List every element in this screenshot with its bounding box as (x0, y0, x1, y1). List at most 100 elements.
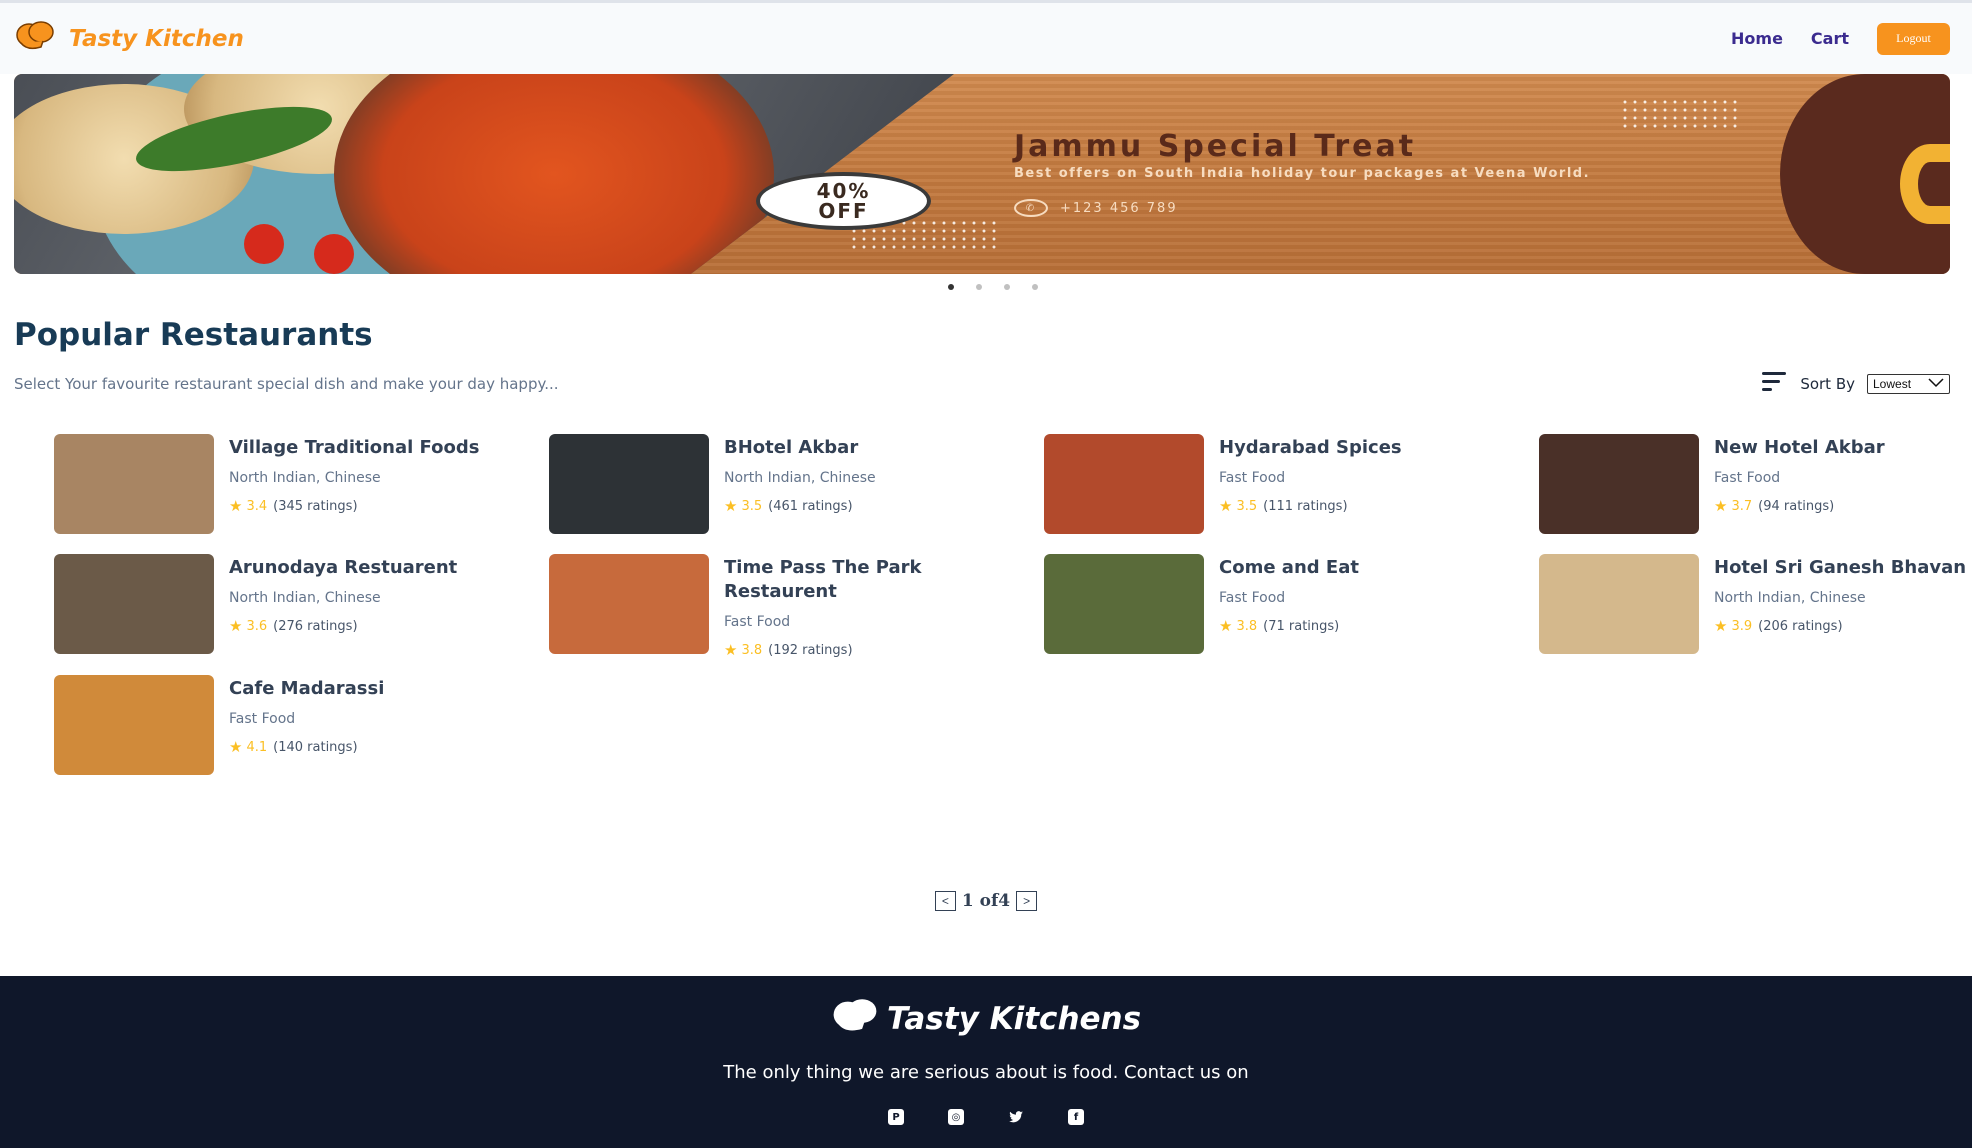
restaurant-name: BHotel Akbar (724, 437, 859, 458)
restaurant-image (1044, 434, 1204, 534)
restaurant-rating: ★ 3.8 (192 ratings) (724, 641, 1014, 659)
restaurant-card[interactable]: Time Pass The Park Restaurent Fast Food … (549, 554, 1044, 659)
restaurant-cuisine: North Indian, Chinese (1714, 590, 1866, 606)
restaurant-name: Hydarabad Spices (1219, 437, 1402, 458)
restaurant-rating: ★ 3.9 (206 ratings) (1714, 617, 1972, 635)
restaurant-cuisine: North Indian, Chinese (229, 590, 381, 606)
ratings-count: (111 ratings) (1263, 498, 1348, 514)
restaurant-rating: ★ 3.7 (94 ratings) (1714, 497, 1972, 515)
restaurant-cuisine: Fast Food (1714, 470, 1781, 486)
instagram-icon[interactable]: ◎ (948, 1109, 964, 1125)
brand[interactable]: Tasty Kitchen (15, 20, 244, 57)
restaurant-details: Arunodaya Restuarent North Indian, Chine… (229, 554, 519, 659)
restaurant-image (549, 554, 709, 654)
restaurant-details: Cafe Madarassi Fast Food ★ 4.1 (140 rati… (229, 675, 519, 779)
prev-page-button[interactable]: < (934, 891, 956, 911)
restaurant-rating: ★ 4.1 (140 ratings) (229, 738, 519, 756)
star-icon: ★ (229, 738, 243, 756)
rating-value: 3.5 (1236, 498, 1258, 514)
footer: Tasty Kitchens The only thing we are ser… (0, 976, 1972, 1148)
restaurant-details: Hydarabad Spices Fast Food ★ 3.5 (111 ra… (1219, 434, 1509, 538)
rating-value: 3.4 (246, 498, 268, 514)
facebook-icon[interactable]: f (1068, 1109, 1084, 1125)
rating-value: 3.7 (1731, 498, 1753, 514)
restaurant-rating: ★ 3.6 (276 ratings) (229, 617, 519, 635)
ratings-count: (140 ratings) (273, 739, 358, 755)
page-indicator: 1 of4 (961, 891, 1011, 911)
ratings-count: (192 ratings) (768, 642, 853, 658)
restaurant-card[interactable]: Arunodaya Restuarent North Indian, Chine… (54, 554, 549, 659)
nav-menu: Home Cart Logout (1731, 22, 1950, 55)
banner-title: Jammu Special Treat (1014, 129, 1417, 164)
star-icon: ★ (1714, 497, 1728, 515)
nav-home-link[interactable]: Home (1731, 29, 1783, 48)
pinterest-icon[interactable]: P (888, 1109, 904, 1125)
ratings-count: (345 ratings) (273, 498, 358, 514)
nav-cart-link[interactable]: Cart (1811, 29, 1849, 48)
offer-banner[interactable]: 40% OFF Jammu Special Treat Best offers … (14, 74, 1950, 274)
restaurant-image (1044, 554, 1204, 654)
restaurant-card[interactable]: Village Traditional Foods North Indian, … (54, 434, 549, 538)
logout-button[interactable]: Logout (1877, 22, 1950, 55)
restaurant-card[interactable]: New Hotel Akbar Fast Food ★ 3.7 (94 rati… (1539, 434, 1972, 538)
twitter-icon[interactable] (1008, 1109, 1024, 1129)
ratings-count: (461 ratings) (768, 498, 853, 514)
star-icon: ★ (724, 641, 738, 659)
restaurant-name: Arunodaya Restuarent (229, 557, 458, 578)
carousel-dot-2[interactable] (976, 284, 982, 290)
restaurant-card[interactable]: BHotel Akbar North Indian, Chinese ★ 3.5… (549, 434, 1044, 538)
carousel-dot-3[interactable] (1004, 284, 1010, 290)
page-title: Popular Restaurants (14, 317, 373, 353)
offer-badge: 40% OFF (756, 172, 931, 230)
restaurant-grid: Village Traditional Foods North Indian, … (0, 396, 1972, 779)
next-page-button[interactable]: > (1016, 891, 1038, 911)
star-icon: ★ (229, 617, 243, 635)
rating-value: 4.1 (246, 739, 268, 755)
restaurant-cuisine: North Indian, Chinese (229, 470, 381, 486)
banner-dot-pattern-right (1620, 98, 1740, 128)
restaurant-image (54, 434, 214, 534)
carousel-dot-1[interactable] (948, 284, 954, 290)
ratings-count: (276 ratings) (273, 618, 358, 634)
star-icon: ★ (1714, 617, 1728, 635)
rating-value: 3.9 (1731, 618, 1753, 634)
sort-label: Sort By (1800, 375, 1855, 393)
star-icon: ★ (1219, 497, 1233, 515)
sort-selected-value: Lowest (1873, 377, 1912, 391)
restaurant-name: Hotel Sri Ganesh Bhavan (1714, 557, 1967, 578)
rating-value: 3.6 (246, 618, 268, 634)
restaurant-details: Hotel Sri Ganesh Bhavan North Indian, Ch… (1714, 554, 1972, 659)
sort-icon (1762, 372, 1788, 396)
rating-value: 3.8 (741, 642, 763, 658)
restaurant-card[interactable]: Cafe Madarassi Fast Food ★ 4.1 (140 rati… (54, 675, 549, 779)
restaurant-name: New Hotel Akbar (1714, 437, 1885, 458)
carousel-dot-4[interactable] (1032, 284, 1038, 290)
pagination: < 1 of4 > (0, 889, 1972, 913)
restaurant-image (1539, 434, 1699, 534)
banner-phone-number: +123 456 789 (1060, 200, 1178, 216)
ratings-count: (94 ratings) (1758, 498, 1835, 514)
chef-hat-logo-icon (15, 20, 55, 57)
offer-off: OFF (818, 199, 869, 223)
sort-select[interactable]: Lowest (1867, 374, 1950, 394)
rating-value: 3.5 (741, 498, 763, 514)
restaurant-cuisine: Fast Food (724, 614, 791, 630)
restaurant-image (54, 675, 214, 775)
footer-brand-name: Tasty Kitchens (886, 1001, 1142, 1037)
restaurant-image (54, 554, 214, 654)
offer-percent: 40% (816, 179, 871, 203)
restaurant-rating: ★ 3.4 (345 ratings) (229, 497, 519, 515)
restaurant-details: Come and Eat Fast Food ★ 3.8 (71 ratings… (1219, 554, 1509, 659)
banner-phone: ✆ +123 456 789 (1014, 199, 1178, 217)
restaurant-image (1539, 554, 1699, 654)
restaurant-cuisine: Fast Food (1219, 470, 1286, 486)
restaurant-name: Cafe Madarassi (229, 678, 385, 699)
restaurant-card[interactable]: Hydarabad Spices Fast Food ★ 3.5 (111 ra… (1044, 434, 1539, 538)
star-icon: ★ (724, 497, 738, 515)
restaurant-name: Come and Eat (1219, 557, 1359, 578)
restaurant-rating: ★ 3.8 (71 ratings) (1219, 617, 1509, 635)
restaurant-rating: ★ 3.5 (111 ratings) (1219, 497, 1509, 515)
restaurant-rating: ★ 3.5 (461 ratings) (724, 497, 1014, 515)
restaurant-card[interactable]: Hotel Sri Ganesh Bhavan North Indian, Ch… (1539, 554, 1972, 659)
restaurant-card[interactable]: Come and Eat Fast Food ★ 3.8 (71 ratings… (1044, 554, 1539, 659)
